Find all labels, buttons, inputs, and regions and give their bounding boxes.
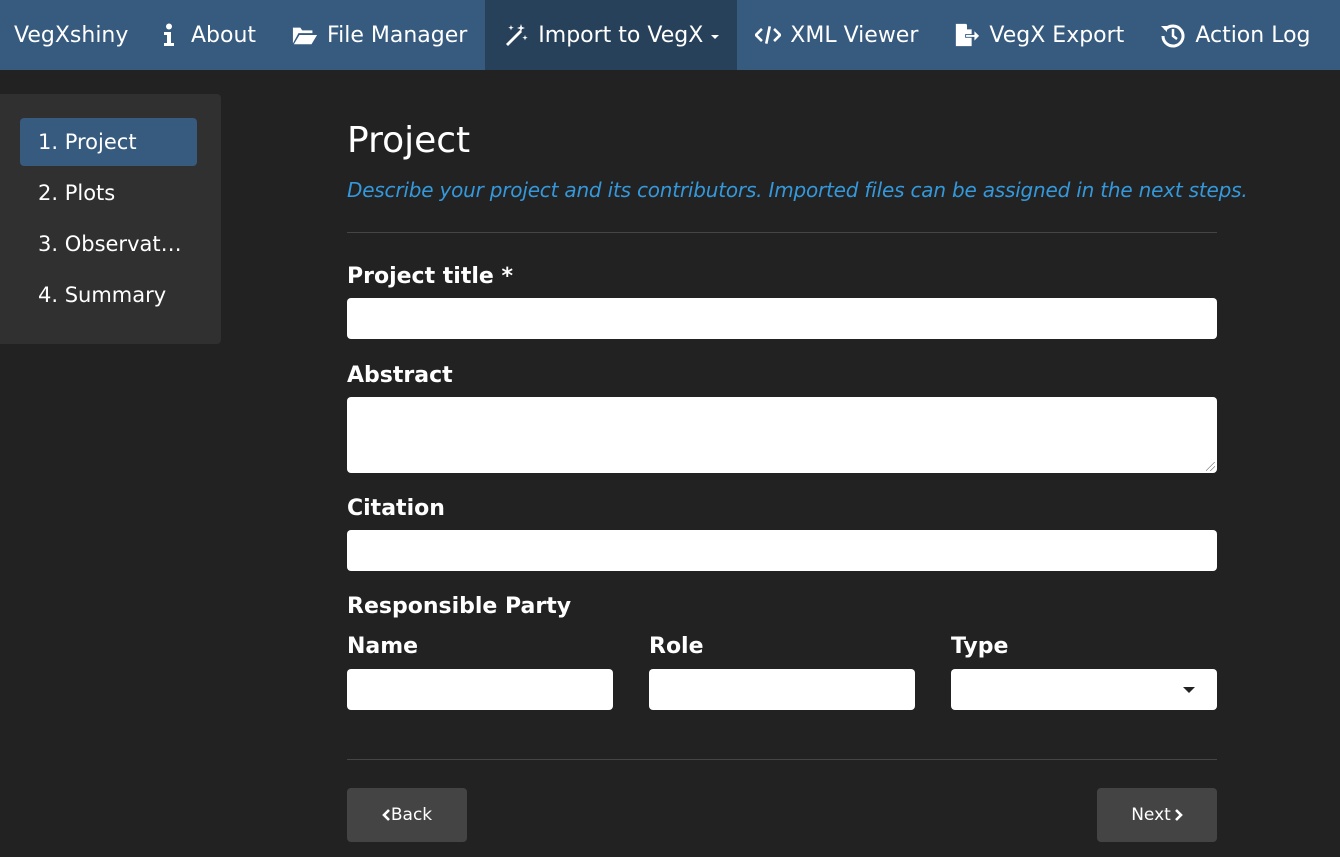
nav-vegx-export-label: VegX Export <box>989 22 1125 48</box>
project-title-label: Project title * <box>347 263 513 289</box>
name-input[interactable] <box>347 669 613 710</box>
history-icon <box>1160 22 1186 48</box>
code-icon <box>755 22 782 48</box>
page-title: Project <box>347 119 471 161</box>
wizard-sidebar: 1. Project 2. Plots 3. Observat… 4. Summ… <box>0 94 221 344</box>
next-button[interactable]: Next <box>1097 788 1217 842</box>
sidebar-item-observations[interactable]: 3. Observat… <box>20 220 197 268</box>
sidebar-item-plots[interactable]: 2. Plots <box>20 169 197 217</box>
citation-input[interactable] <box>347 530 1217 571</box>
top-navbar: VegXshiny About File Manager Import to V… <box>0 0 1340 70</box>
nav-xml-viewer[interactable]: XML Viewer <box>737 0 936 70</box>
type-label: Type <box>951 633 1009 659</box>
role-label: Role <box>649 633 704 659</box>
nav-file-manager[interactable]: File Manager <box>274 0 485 70</box>
nav-about-label: About <box>191 22 257 48</box>
back-button-label: Back <box>390 805 433 825</box>
nav-action-log[interactable]: Action Log <box>1142 0 1328 70</box>
nav-xml-viewer-label: XML Viewer <box>790 22 919 48</box>
file-export-icon <box>954 22 980 48</box>
dropdown-caret-icon <box>711 35 720 39</box>
folder-open-icon <box>292 22 318 48</box>
next-button-label: Next <box>1131 805 1171 825</box>
nav-file-manager-label: File Manager <box>327 22 468 48</box>
type-select[interactable] <box>951 669 1217 710</box>
sidebar-item-summary[interactable]: 4. Summary <box>20 271 197 319</box>
nav-about[interactable]: About <box>138 0 274 70</box>
role-column: Role <box>649 631 915 710</box>
page-subtitle: Describe your project and its contributo… <box>347 178 1248 202</box>
name-column: Name <box>347 631 613 710</box>
responsible-party-row: Name Role Type <box>347 631 1217 710</box>
name-label: Name <box>347 633 419 659</box>
nav-import-label: Import to VegX <box>538 22 704 48</box>
role-input[interactable] <box>649 669 915 710</box>
responsible-party-heading: Responsible Party <box>347 593 572 619</box>
nav-action-log-label: Action Log <box>1195 22 1311 48</box>
type-column: Type <box>951 631 1217 710</box>
nav-vegx-export[interactable]: VegX Export <box>936 0 1142 70</box>
chevron-right-icon <box>1174 809 1183 821</box>
resize-grip-icon[interactable] <box>1206 462 1215 471</box>
project-title-input[interactable] <box>347 298 1217 339</box>
sidebar-item-project[interactable]: 1. Project <box>20 118 197 166</box>
nav-import-to-vegx[interactable]: Import to VegX <box>485 0 738 70</box>
divider <box>347 232 1217 233</box>
citation-label: Citation <box>347 495 445 521</box>
project-form: Project Describe your project and its co… <box>347 110 1248 760</box>
info-icon <box>156 22 182 48</box>
back-button[interactable]: Back <box>347 788 467 842</box>
abstract-textarea[interactable] <box>347 397 1217 473</box>
chevron-down-icon <box>1183 687 1195 693</box>
abstract-label: Abstract <box>347 362 453 388</box>
magic-wand-icon <box>503 22 529 48</box>
divider-bottom <box>347 759 1217 760</box>
brand-title[interactable]: VegXshiny <box>0 0 138 70</box>
chevron-left-icon <box>382 809 391 821</box>
